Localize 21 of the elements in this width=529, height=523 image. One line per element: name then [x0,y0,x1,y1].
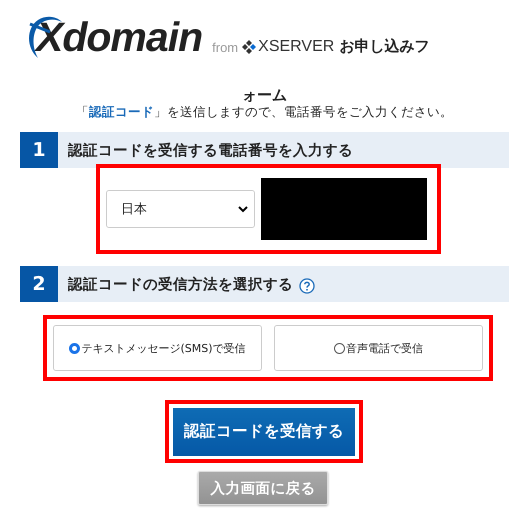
step-number: 2 [20,266,58,302]
receive-code-button[interactable]: 認証コードを受信する [173,408,355,456]
brand-name: XSERVER [258,38,334,56]
diamond-logo-icon [242,40,256,54]
country-select[interactable]: 日本 [106,190,255,228]
intro-text: 「認証コード」を送信しますので、電話番号をご入力ください。 [75,104,454,120]
option-label: 音声電話で受信 [346,340,423,356]
step-number: 1 [20,132,58,168]
section-title: 認証コードを受信する電話番号を入力する [68,142,353,160]
page-title: お申し込みフ [339,37,430,56]
logo: Xdomain [24,14,202,60]
option-label: テキストメッセージ(SMS)で受信 [81,340,246,356]
page-title: ォーム [241,86,288,104]
from-label: from [212,40,238,55]
radio-button[interactable] [334,342,345,354]
chevron-down-icon [238,206,248,212]
help-icon[interactable] [299,278,315,294]
section-title: 認証コードの受信方法を選択する [68,275,293,294]
radio-button[interactable] [69,342,80,354]
method-option[interactable]: テキストメッセージ(SMS)で受信 [53,325,262,371]
method-option[interactable]: 音声電話で受信 [274,325,483,371]
